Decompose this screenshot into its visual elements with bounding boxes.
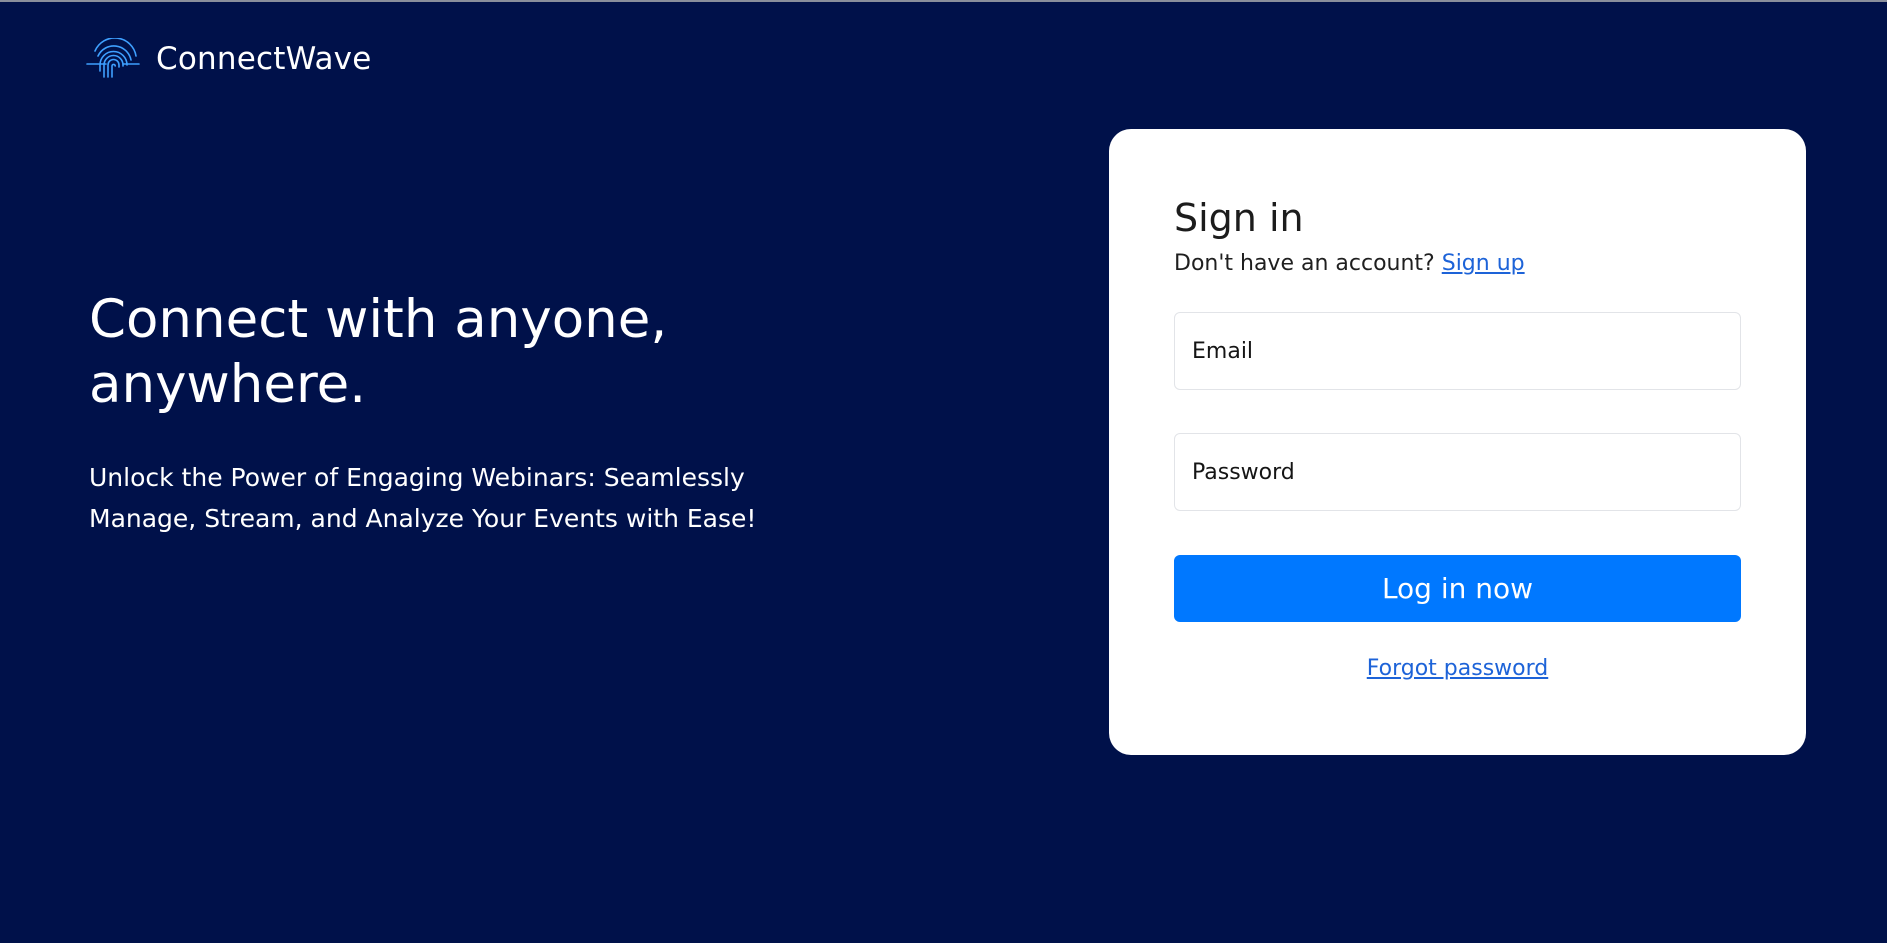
forgot-password-row: Forgot password [1174, 656, 1741, 681]
password-field[interactable] [1174, 433, 1741, 511]
brand-name: ConnectWave [156, 41, 372, 77]
forgot-password-link[interactable]: Forgot password [1367, 656, 1548, 681]
login-button[interactable]: Log in now [1174, 555, 1741, 622]
hero-section: Connect with anyone, anywhere. Unlock th… [89, 287, 849, 539]
signup-prompt: Don't have an account? Sign up [1174, 250, 1741, 278]
hero-title: Connect with anyone, anywhere. [89, 289, 668, 415]
signin-title: Sign in [1174, 196, 1304, 240]
hero-subtitle: Unlock the Power of Engaging Webinars: S… [89, 463, 757, 533]
email-field[interactable] [1174, 312, 1741, 390]
signin-card: Sign in Don't have an account? Sign up L… [1109, 129, 1806, 755]
brand[interactable]: ConnectWave [86, 38, 371, 80]
wave-fingerprint-icon [86, 38, 140, 78]
no-account-text: Don't have an account? [1174, 251, 1435, 276]
signup-link[interactable]: Sign up [1442, 251, 1525, 276]
